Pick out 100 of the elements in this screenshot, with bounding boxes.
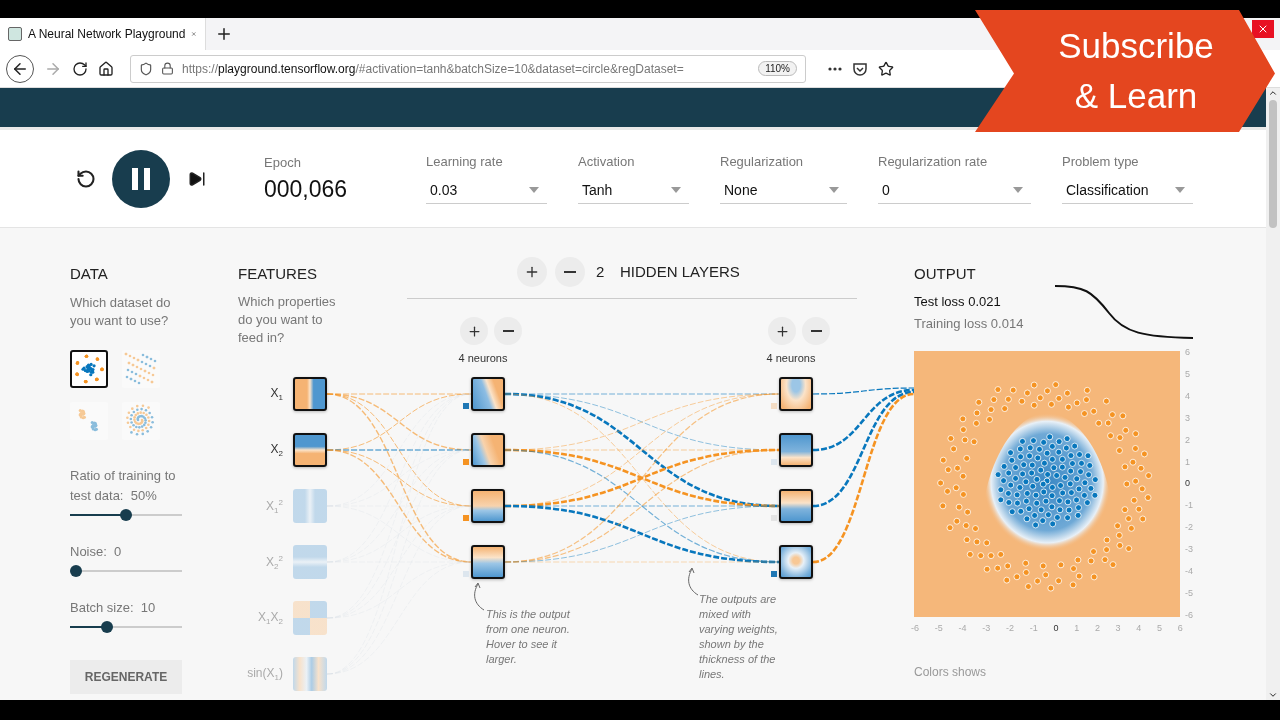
section-title: FEATURES: [238, 265, 317, 282]
remove-neuron-button[interactable]: [494, 317, 522, 345]
neuron-node[interactable]: [471, 489, 505, 523]
minus-icon: [502, 330, 514, 332]
plus-icon: [774, 323, 790, 339]
axis-tick: 1: [1074, 624, 1080, 633]
neuron-node[interactable]: [779, 489, 813, 523]
dropdown-label: Regularization: [720, 153, 805, 169]
axis-tick: 2: [1094, 624, 1100, 633]
neuron-node[interactable]: [779, 433, 813, 467]
caret-icon: [1175, 186, 1185, 193]
axis-tick: -3: [1185, 545, 1194, 555]
dropdown-label: Activation: [578, 153, 636, 169]
axis-tick: 2: [1185, 435, 1191, 445]
pointer-line: [472, 582, 486, 612]
home-button[interactable]: [98, 60, 114, 77]
epoch-counter: 000,066: [264, 175, 349, 203]
axis-tick: -3: [982, 624, 991, 633]
feature-node[interactable]: [293, 601, 327, 635]
slider-thumb[interactable]: [120, 509, 132, 521]
dataset-thumbnail[interactable]: [70, 350, 108, 388]
axis-tick: 3: [1115, 624, 1121, 633]
feature-label: X$_{2}$: [269, 442, 283, 459]
neuron-node[interactable]: [779, 377, 813, 411]
reset-button[interactable]: [76, 168, 96, 189]
pointer-line: [686, 567, 700, 597]
dropdown[interactable]: 0.03: [426, 176, 547, 204]
caret-icon: [1013, 186, 1023, 193]
slider-thumb[interactable]: [70, 565, 82, 577]
axis-tick: 0: [1053, 624, 1059, 633]
feature-label: X$_{1}$X$_{2}$: [257, 610, 283, 627]
plus-icon: [215, 25, 233, 43]
browser-tab[interactable]: A Neural Network Playground: [0, 18, 206, 50]
feature-node[interactable]: [293, 377, 327, 411]
address-bar[interactable]: https://playground.tensorflow.org/#activation=tanh&batchSize=10&dataset=circle&regDataset= 110%: [130, 54, 806, 83]
feature-label: sin(X$_{1}$): [246, 666, 283, 683]
neuron-count: 4 neurons: [765, 352, 817, 364]
axis-tick: -6: [1185, 610, 1194, 620]
remove-layer-button[interactable]: [555, 257, 585, 287]
minus-icon: [810, 330, 822, 332]
ellipsis-icon: [828, 66, 842, 71]
window-close-button[interactable]: [1252, 20, 1274, 38]
dropdown[interactable]: None: [720, 176, 847, 204]
axis-tick: -2: [1185, 523, 1194, 533]
axis-tick: -1: [1029, 624, 1038, 633]
pocket-button[interactable]: [852, 60, 868, 77]
plus-icon: [524, 264, 540, 280]
caret-icon: [529, 186, 539, 193]
add-neuron-button[interactable]: [768, 317, 796, 345]
dropdown[interactable]: Classification: [1062, 176, 1193, 204]
slider-label: Batch size: 10: [70, 599, 157, 617]
colors-caption: Colors shows: [914, 665, 988, 679]
axis-tick: -4: [958, 624, 967, 633]
epoch-label: Epoch: [264, 154, 302, 170]
neuron-node[interactable]: [471, 377, 505, 411]
zoom-level[interactable]: 110%: [758, 61, 797, 76]
slider-label: Ratio of training to test data: 50%: [70, 467, 177, 505]
axis-tick: -1: [1185, 501, 1194, 511]
feature-node[interactable]: [293, 489, 327, 523]
regenerate-button[interactable]: REGENERATE: [70, 660, 182, 694]
hidden-layer-count: 2: [596, 263, 605, 280]
banner-text: & Learn: [1074, 75, 1198, 117]
dropdown[interactable]: Tanh: [578, 176, 689, 204]
page-icon: [8, 27, 22, 41]
feature-node[interactable]: [293, 545, 327, 579]
lock-icon: [161, 62, 174, 75]
dropdown-label: Learning rate: [426, 153, 504, 169]
more-button[interactable]: [828, 66, 842, 71]
axis-tick: -5: [934, 624, 943, 633]
scrollbar[interactable]: [1266, 88, 1280, 700]
feature-node[interactable]: [293, 657, 327, 691]
scroll-up-icon[interactable]: [1268, 88, 1278, 98]
axis-tick: 5: [1157, 624, 1163, 633]
minus-icon: [564, 271, 576, 273]
axis-tick: 4: [1136, 624, 1142, 633]
add-neuron-button[interactable]: [460, 317, 488, 345]
test-loss: Test loss 0.021: [914, 294, 1002, 309]
axis-tick: -6: [911, 624, 919, 633]
slider-label: Noise: 0: [70, 543, 123, 561]
dropdown[interactable]: 0: [878, 176, 1031, 204]
pause-button[interactable]: [112, 149, 170, 208]
add-layer-button[interactable]: [517, 257, 547, 287]
feature-node[interactable]: [293, 433, 327, 467]
caret-icon: [671, 186, 681, 193]
neuron-node[interactable]: [471, 545, 505, 579]
banner-text: Subscribe: [1058, 25, 1214, 67]
remove-neuron-button[interactable]: [802, 317, 830, 345]
neuron-node[interactable]: [471, 433, 505, 467]
scroll-down-icon[interactable]: [1268, 690, 1278, 700]
section-prompt: Which dataset do you want to use?: [70, 294, 172, 330]
scrollbar-thumb[interactable]: [1269, 100, 1277, 228]
neuron-node[interactable]: [779, 545, 813, 579]
reload-button[interactable]: [72, 60, 88, 77]
axis-tick: 6: [1185, 348, 1191, 357]
feature-label: X$_{1}$: [269, 386, 283, 403]
slider-thumb[interactable]: [101, 621, 113, 633]
step-button[interactable]: [188, 169, 206, 188]
bookmark-star-button[interactable]: [878, 60, 894, 77]
axis-tick: -4: [1185, 567, 1194, 577]
axis-tick: 6: [1177, 624, 1183, 633]
